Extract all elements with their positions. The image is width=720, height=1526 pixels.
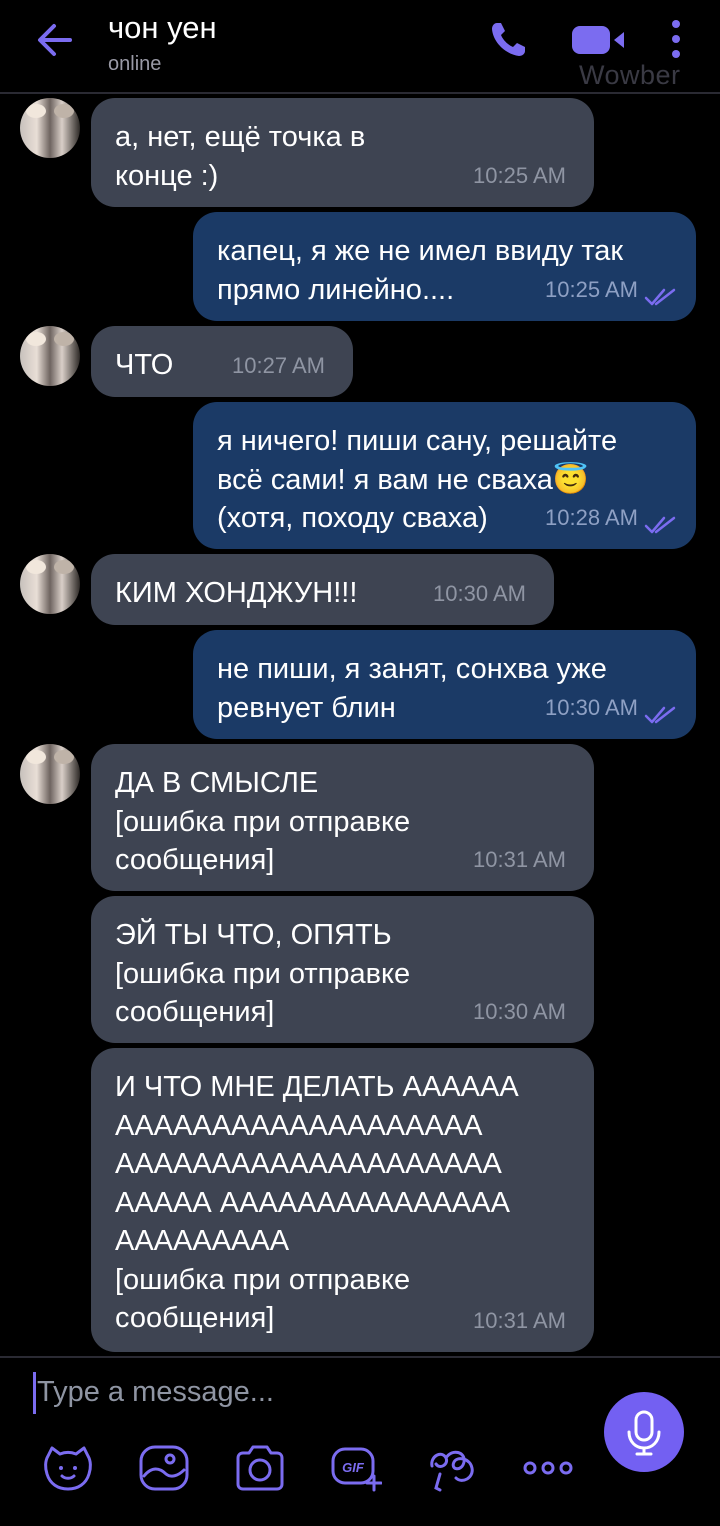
chat-header: чон уен online Wowber <box>0 0 720 94</box>
text-cursor <box>33 1372 36 1414</box>
message-bubble-incoming[interactable]: КИМ ХОНДЖУН!!! 10:30 AM <box>91 554 554 625</box>
microphone-icon <box>627 1410 661 1456</box>
video-call-icon[interactable] <box>570 22 628 58</box>
message-bubble-outgoing[interactable]: я ничего! пиши сану, решайте всё сами! я… <box>193 402 696 549</box>
message-bubble-incoming[interactable]: ЧТО 10:27 AM <box>91 326 353 397</box>
message-time: 10:28 AM <box>545 504 638 530</box>
message-input[interactable]: Type a message... <box>37 1376 274 1409</box>
more-options-icon[interactable] <box>522 1444 574 1492</box>
message-bubble-incoming[interactable]: ДА В СМЫСЛЕ [ошибка при отправке сообщен… <box>91 744 594 891</box>
message-text: И ЧТО МНЕ ДЕЛАТЬ АААААА АААААААААААААААА… <box>115 1071 519 1334</box>
message-time: 10:30 AM <box>473 998 566 1024</box>
back-arrow-icon[interactable] <box>30 18 80 62</box>
svg-text:GIF: GIF <box>342 1460 365 1475</box>
message-time: 10:25 AM <box>545 276 638 302</box>
gallery-icon[interactable] <box>138 1444 190 1492</box>
message-time: 10:31 AM <box>473 846 566 872</box>
gif-icon[interactable]: GIF <box>330 1444 382 1492</box>
contact-name[interactable]: чон уен <box>108 10 217 46</box>
message-time: 10:31 AM <box>473 1307 566 1333</box>
message-time: 10:30 AM <box>545 694 638 720</box>
read-receipt-icon <box>644 516 676 534</box>
doodle-icon[interactable] <box>426 1444 478 1492</box>
watermark: Wowber <box>579 60 681 90</box>
phone-icon[interactable] <box>488 20 528 60</box>
message-bubble-outgoing[interactable]: не пиши, я занят, сонхва уже ревнует бли… <box>193 630 696 739</box>
camera-icon[interactable] <box>234 1444 286 1492</box>
contact-avatar[interactable] <box>20 326 80 386</box>
message-bubble-incoming[interactable]: И ЧТО МНЕ ДЕЛАТЬ АААААА АААААААААААААААА… <box>91 1048 594 1352</box>
message-bubble-outgoing[interactable]: капец, я же не имел ввиду так прямо лине… <box>193 212 696 321</box>
contact-avatar[interactable] <box>20 744 80 804</box>
message-bubble-incoming[interactable]: а, нет, ещё точка в конце :) 10:25 AM <box>91 98 594 207</box>
contact-avatar[interactable] <box>20 98 80 158</box>
sticker-icon[interactable] <box>42 1444 94 1492</box>
message-time: 10:25 AM <box>473 162 566 188</box>
contact-avatar[interactable] <box>20 554 80 614</box>
voice-message-button[interactable] <box>604 1392 684 1472</box>
contact-status: online <box>108 53 162 75</box>
read-receipt-icon <box>644 706 676 724</box>
message-time: 10:30 AM <box>433 580 526 606</box>
message-bubble-incoming[interactable]: ЭЙ ТЫ ЧТО, ОПЯТЬ [ошибка при отправке со… <box>91 896 594 1043</box>
message-time: 10:27 AM <box>232 352 325 378</box>
more-vertical-icon[interactable] <box>664 18 688 60</box>
read-receipt-icon <box>644 288 676 306</box>
